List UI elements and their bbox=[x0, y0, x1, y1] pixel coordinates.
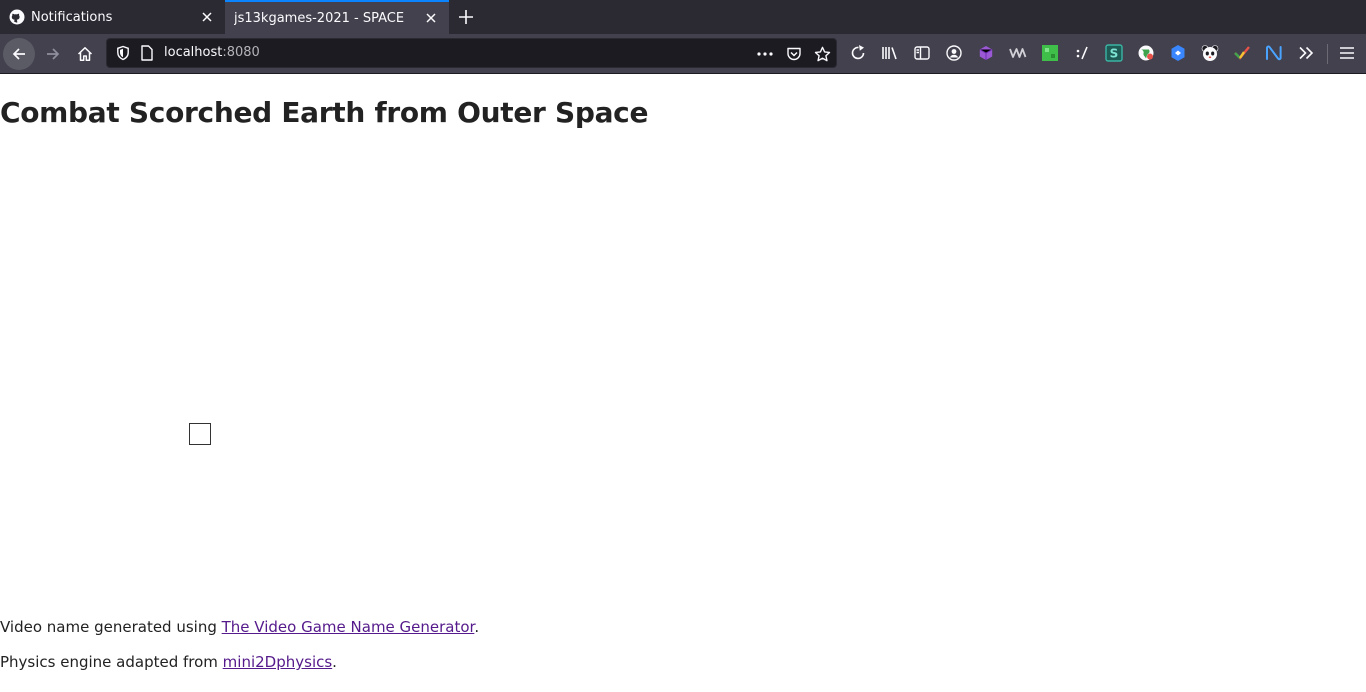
tab-strip: Notifications js13kgames-2021 - SPACE bbox=[0, 0, 1366, 34]
page-content: Combat Scorched Earth from Outer Space V… bbox=[0, 74, 1366, 692]
github-icon bbox=[9, 9, 25, 25]
mini2dphysics-link[interactable]: mini2Dphysics bbox=[223, 653, 333, 671]
wave-extension-icon[interactable] bbox=[1006, 41, 1030, 65]
account-icon[interactable] bbox=[942, 41, 966, 65]
tab-title: js13kgames-2021 - SPACE bbox=[234, 10, 405, 26]
credit-text: Physics engine adapted from bbox=[0, 653, 223, 671]
bookmark-star-icon[interactable] bbox=[812, 44, 832, 64]
credit-text: Video name generated using bbox=[0, 618, 222, 636]
check-extension-icon[interactable] bbox=[1230, 41, 1254, 65]
cube-extension-icon[interactable] bbox=[974, 41, 998, 65]
reload-button[interactable] bbox=[846, 41, 870, 65]
tab-js13kgames[interactable]: js13kgames-2021 - SPACE bbox=[225, 0, 449, 34]
name-generator-credit: Video name generated using The Video Gam… bbox=[0, 618, 479, 636]
page-info-icon[interactable] bbox=[140, 45, 154, 61]
close-tab-icon[interactable] bbox=[421, 8, 441, 28]
home-button[interactable] bbox=[69, 38, 101, 70]
panda-extension-icon[interactable] bbox=[1198, 41, 1222, 65]
credit-punctuation: . bbox=[474, 618, 480, 636]
page-title: Combat Scorched Earth from Outer Space bbox=[0, 96, 649, 129]
arrow-right-icon bbox=[47, 48, 60, 60]
physics-engine-credit: Physics engine adapted from mini2Dphysic… bbox=[0, 653, 337, 671]
game-canvas[interactable] bbox=[0, 154, 500, 654]
player-ship bbox=[189, 423, 211, 445]
url-bar[interactable]: localhost:8080 bbox=[106, 38, 837, 68]
library-icon[interactable] bbox=[878, 41, 902, 65]
overflow-icon[interactable] bbox=[1294, 41, 1318, 65]
close-tab-icon[interactable] bbox=[197, 7, 217, 27]
tracking-protection-icon[interactable] bbox=[115, 45, 131, 61]
url-text[interactable]: localhost:8080 bbox=[164, 45, 260, 60]
pocket-icon[interactable] bbox=[784, 44, 804, 64]
green-extension-icon[interactable] bbox=[1038, 41, 1062, 65]
sidebar-icon[interactable] bbox=[910, 41, 934, 65]
hexagon-extension-icon[interactable] bbox=[1166, 41, 1190, 65]
navigation-toolbar: localhost:8080 S bbox=[0, 34, 1366, 74]
s-extension-icon[interactable]: S bbox=[1102, 41, 1126, 65]
tab-title: Notifications bbox=[31, 9, 113, 25]
plus-icon bbox=[459, 10, 473, 24]
menu-icon[interactable] bbox=[1335, 41, 1359, 65]
back-button[interactable] bbox=[3, 38, 35, 70]
page-actions-icon[interactable] bbox=[755, 44, 775, 64]
url-port: :8080 bbox=[222, 45, 260, 60]
new-tab-button[interactable] bbox=[454, 5, 478, 29]
n-extension-icon[interactable] bbox=[1262, 41, 1286, 65]
tab-notifications[interactable]: Notifications bbox=[0, 0, 225, 34]
forward-button[interactable] bbox=[37, 38, 69, 70]
url-host: localhost bbox=[164, 45, 223, 60]
reload-icon bbox=[851, 45, 865, 60]
toolbar-divider bbox=[1327, 44, 1328, 64]
arrow-left-icon bbox=[12, 48, 25, 60]
globe-extension-icon[interactable] bbox=[1134, 41, 1158, 65]
svg-text:S: S bbox=[1110, 47, 1119, 61]
home-icon bbox=[77, 47, 93, 62]
name-generator-link[interactable]: The Video Game Name Generator bbox=[222, 618, 475, 636]
slash-extension-icon[interactable] bbox=[1070, 41, 1094, 65]
credit-punctuation: . bbox=[332, 653, 337, 671]
